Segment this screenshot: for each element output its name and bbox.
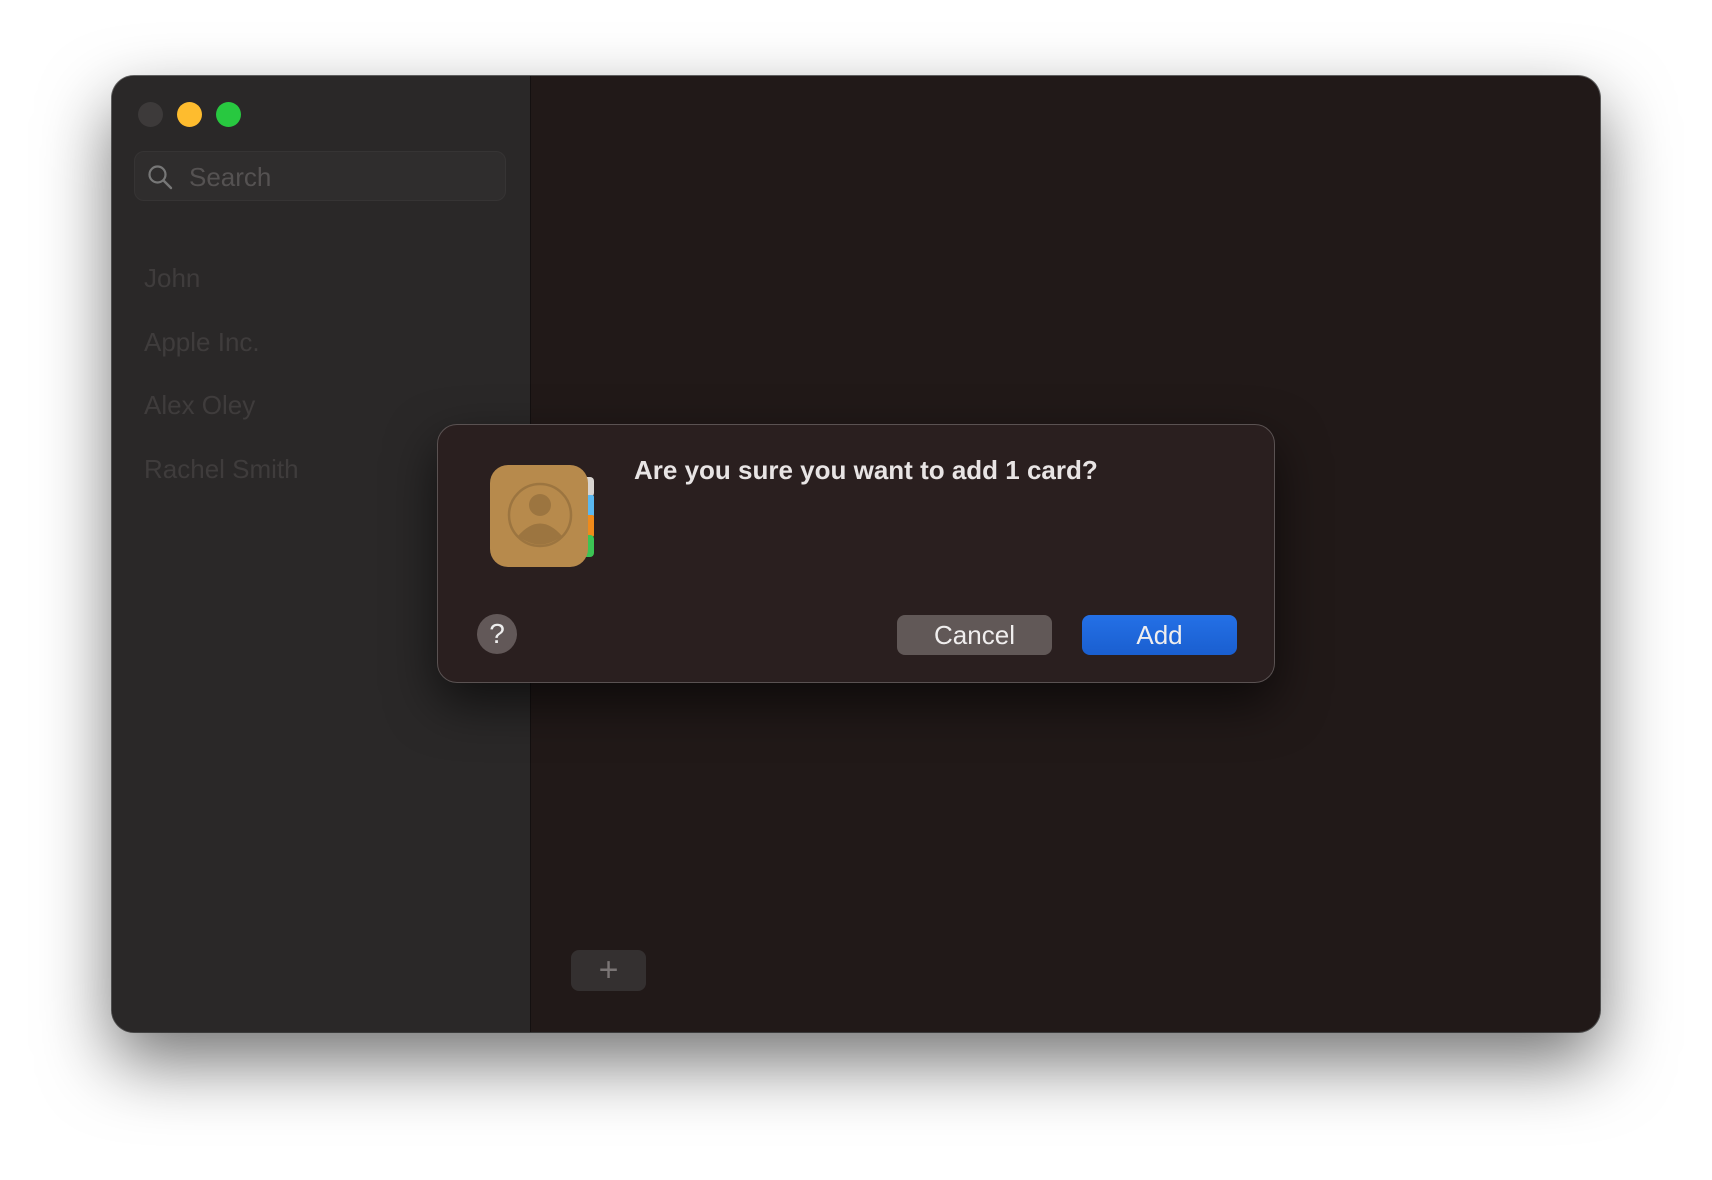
search-icon — [148, 165, 173, 190]
contact-item[interactable]: Apple Inc. — [144, 327, 260, 358]
add-button[interactable]: Add — [1082, 615, 1237, 655]
search-field[interactable] — [134, 151, 506, 202]
contact-item[interactable]: John — [144, 263, 200, 294]
close-window-button[interactable] — [138, 102, 163, 127]
contact-item[interactable]: Rachel Smith — [144, 454, 299, 485]
cancel-button[interactable]: Cancel — [897, 615, 1052, 655]
contacts-app-icon — [490, 465, 594, 567]
zoom-window-button[interactable] — [216, 102, 241, 127]
add-contact-button[interactable]: + — [571, 950, 646, 991]
minimize-window-button[interactable] — [177, 102, 202, 127]
dialog-message: Are you sure you want to add 1 card? — [634, 455, 1098, 485]
contact-item[interactable]: Alex Oley — [144, 390, 255, 421]
search-input[interactable] — [187, 152, 491, 202]
confirm-add-dialog: Are you sure you want to add 1 card? ? C… — [437, 424, 1275, 683]
help-button[interactable]: ? — [477, 614, 517, 654]
